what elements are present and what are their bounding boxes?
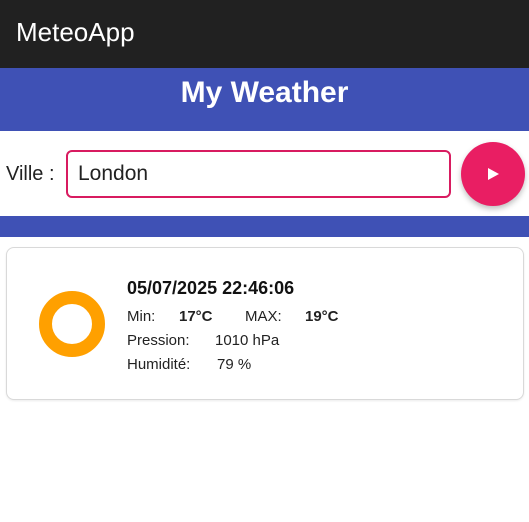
humidity-value: 79 % <box>217 356 252 373</box>
weather-card[interactable]: 05/07/2025 22:46:06 Min: 17°C MAX: 19°C … <box>6 247 524 400</box>
page-title: My Weather <box>180 76 349 109</box>
sun-icon <box>39 291 105 357</box>
humidity-label: Humidité: <box>127 356 191 373</box>
search-button[interactable] <box>461 142 525 206</box>
header-band <box>0 216 529 237</box>
weather-datetime: 05/07/2025 22:46:06 <box>127 278 295 298</box>
page-header: My Weather <box>0 68 529 131</box>
play-icon <box>488 168 499 180</box>
min-label: Min: <box>127 308 156 325</box>
max-value: 19°C <box>305 308 339 325</box>
city-input[interactable] <box>66 150 451 198</box>
city-label: Ville : <box>6 163 55 185</box>
pressure-label: Pression: <box>127 332 190 349</box>
app-title: MeteoApp <box>16 17 135 47</box>
search-row: Ville : <box>0 131 529 216</box>
max-label: MAX: <box>245 308 282 325</box>
min-value: 17°C <box>179 308 213 325</box>
app-bar: MeteoApp <box>0 0 529 68</box>
pressure-value: 1010 hPa <box>215 332 280 349</box>
